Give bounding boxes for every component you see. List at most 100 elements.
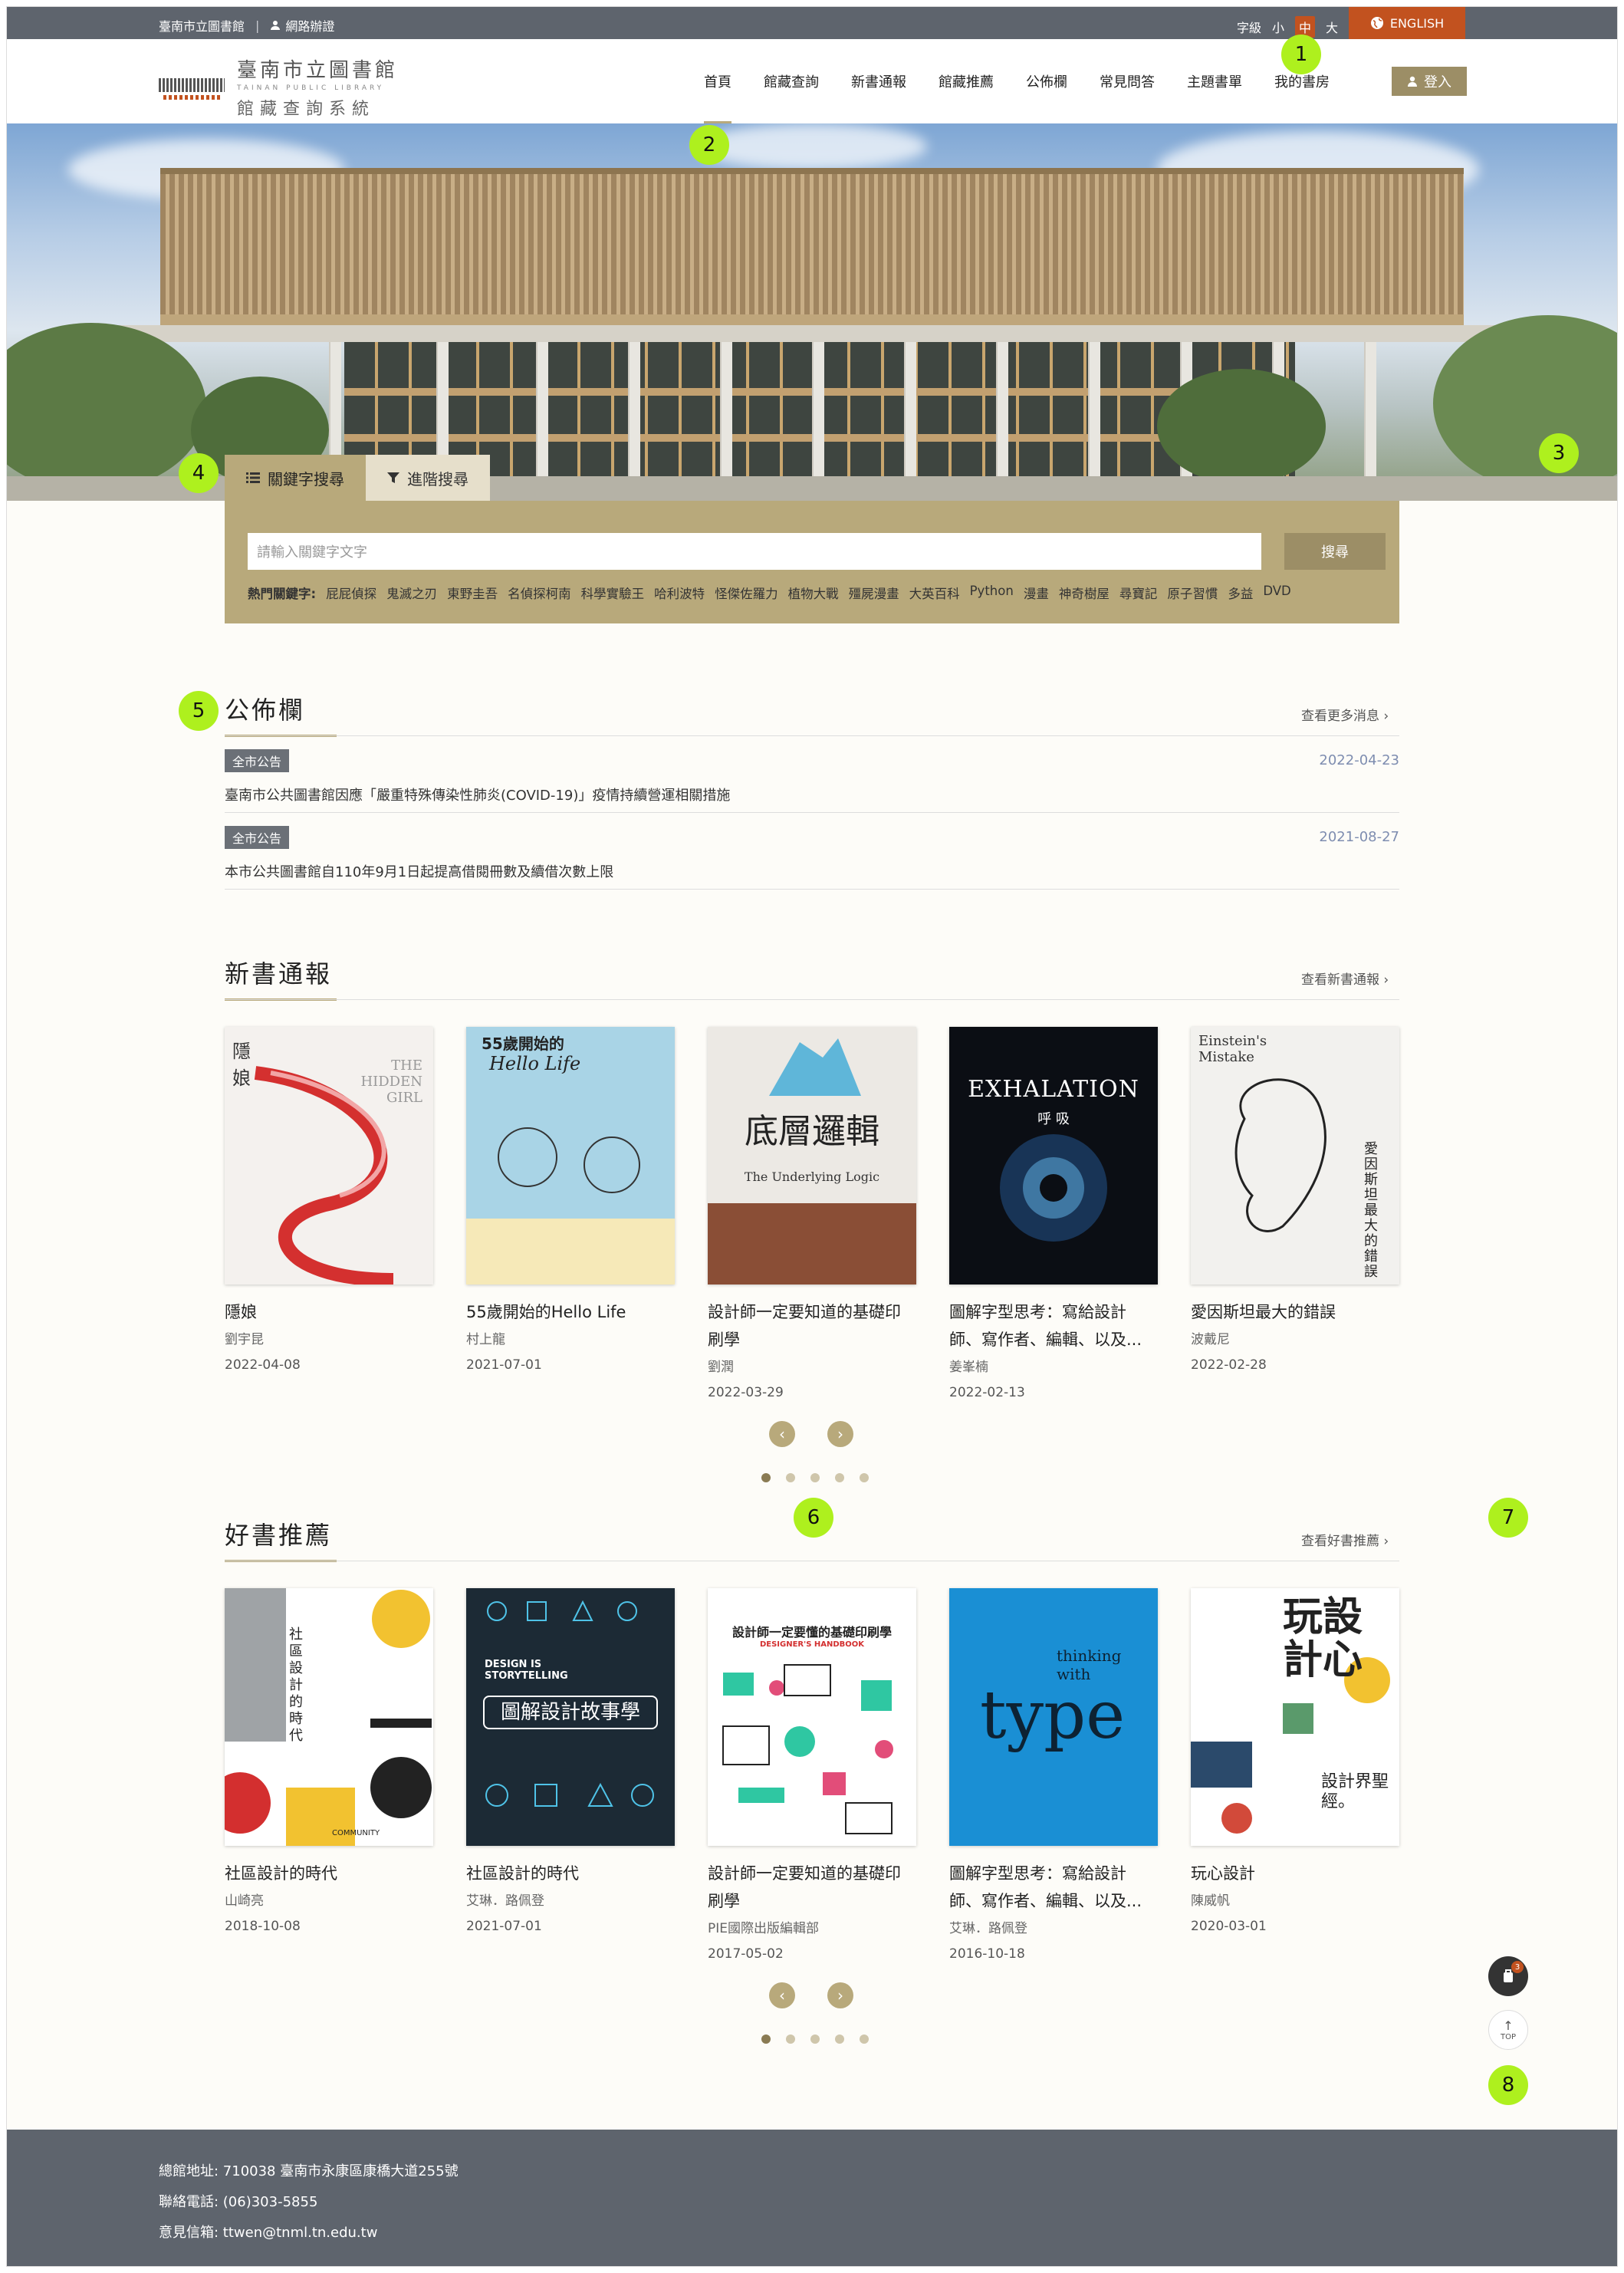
recommend-prev-button[interactable]: ‹: [769, 1982, 795, 2008]
pagination-dot[interactable]: [810, 2035, 820, 2044]
hot-keyword[interactable]: Python: [970, 584, 1014, 602]
book-card[interactable]: 設計師一定要懂的基礎印刷學 DESIGNER'S HANDBOOK 設計師一定要…: [708, 1588, 916, 1965]
library-name-link[interactable]: 臺南市立圖書館: [159, 16, 245, 35]
hot-keyword[interactable]: 漫畫: [1024, 584, 1049, 602]
search-input[interactable]: 請輸入關鍵字文字: [248, 533, 1261, 570]
chevron-right-icon: ›: [1383, 972, 1389, 988]
hot-keyword[interactable]: 鬼滅之刃: [386, 584, 437, 602]
book-card[interactable]: DESIGN IS STORYTELLING 圖解設計故事學 社區設計的時代 艾…: [466, 1588, 675, 1938]
hot-keyword[interactable]: 神奇樹屋: [1059, 584, 1110, 602]
arrow-up-icon: ↑: [1503, 2018, 1514, 2033]
book-cover[interactable]: 隱 娘 THE HIDDEN GIRL: [225, 1027, 433, 1285]
site-logo[interactable]: 臺南市立圖書館 TAINAN PUBLIC LIBRARY 館藏查詢系統: [159, 54, 398, 120]
nav-bulletin[interactable]: 公佈欄: [1010, 39, 1083, 123]
hot-keyword[interactable]: 屁屁偵探: [326, 584, 376, 602]
english-button[interactable]: ENGLISH: [1349, 7, 1465, 39]
book-title[interactable]: 社區設計的時代: [466, 1860, 675, 1887]
book-card[interactable]: 隱 娘 THE HIDDEN GIRL 隱娘 劉宇昆 2022-04-08: [225, 1027, 433, 1377]
search-button[interactable]: 搜尋: [1284, 533, 1386, 570]
bulletin-more-link[interactable]: 查看更多消息 ›: [1301, 705, 1389, 724]
book-cover[interactable]: 55歲開始的 Hello Life: [466, 1027, 675, 1285]
recommend-more-label: 查看好書推薦: [1301, 1534, 1379, 1549]
nav-booklists[interactable]: 主題書單: [1171, 39, 1258, 123]
bulletin-title: 公佈欄: [225, 691, 337, 737]
book-card[interactable]: 55歲開始的 Hello Life 55歲開始的Hello Life 村上龍 2…: [466, 1027, 675, 1377]
tab-advanced-search[interactable]: 進階搜尋: [366, 455, 490, 501]
book-card[interactable]: Einstein's Mistake 愛因斯坦最大的錯誤 愛因斯坦最大的錯誤 波…: [1191, 1027, 1399, 1377]
hot-keyword[interactable]: 殭屍漫畫: [849, 584, 899, 602]
recommend-next-button[interactable]: ›: [827, 1982, 853, 2008]
new-books-prev-button[interactable]: ‹: [769, 1421, 795, 1447]
hot-keyword[interactable]: 多益: [1228, 584, 1253, 602]
notice-item[interactable]: 全市公告 2021-08-27 本市公共圖書館自110年9月1日起提高借閱冊數及…: [225, 826, 1399, 903]
book-card[interactable]: 玩設計心 設計界聖經。 玩心設計 陳威帆 2020-03-01: [1191, 1588, 1399, 1938]
pagination-dot[interactable]: [860, 2035, 869, 2044]
book-cart-button[interactable]: 3: [1488, 1956, 1528, 1996]
pagination-dot[interactable]: [786, 2035, 795, 2044]
pagination-dot[interactable]: [860, 1473, 869, 1482]
new-books-pagination: [761, 1473, 869, 1482]
hot-keyword[interactable]: 尋寶記: [1119, 584, 1158, 602]
pagination-dot[interactable]: [810, 1473, 820, 1482]
new-books-next-button[interactable]: ›: [827, 1421, 853, 1447]
font-size-large[interactable]: 大: [1326, 18, 1338, 36]
hot-keyword[interactable]: 原子習慣: [1167, 584, 1218, 602]
login-button[interactable]: 登入: [1392, 67, 1467, 96]
book-title[interactable]: 愛因斯坦最大的錯誤: [1191, 1298, 1399, 1326]
book-title[interactable]: 玩心設計: [1191, 1860, 1399, 1887]
nav-faq[interactable]: 常見問答: [1083, 39, 1171, 123]
book-cover[interactable]: DESIGN IS STORYTELLING 圖解設計故事學: [466, 1588, 675, 1846]
pagination-dot[interactable]: [761, 1473, 771, 1482]
book-title[interactable]: 55歲開始的Hello Life: [466, 1298, 675, 1326]
hot-keyword[interactable]: 植物大戰: [788, 584, 839, 602]
library-logo-icon: [159, 71, 225, 104]
book-title[interactable]: 社區設計的時代: [225, 1860, 433, 1887]
book-card[interactable]: 底層邏輯 The Underlying Logic 設計師一定要知道的基礎印刷學…: [708, 1027, 916, 1404]
book-cover[interactable]: 底層邏輯 The Underlying Logic: [708, 1027, 916, 1285]
pagination-dot[interactable]: [835, 1473, 844, 1482]
nav-new-books[interactable]: 新書通報: [835, 39, 922, 123]
nav-recommend[interactable]: 館藏推薦: [922, 39, 1010, 123]
footer-email[interactable]: 意見信箱: ttwen@tnml.tn.edu.tw: [159, 2222, 377, 2242]
pagination-dot[interactable]: [786, 1473, 795, 1482]
book-cover[interactable]: EXHALATION 呼 吸: [949, 1027, 1158, 1285]
book-card[interactable]: EXHALATION 呼 吸 圖解字型思考：寫給設計師、寫作者、編輯、以及...…: [949, 1027, 1158, 1404]
notice-text[interactable]: 本市公共圖書館自110年9月1日起提高借閱冊數及續借次數上限: [225, 861, 613, 881]
notice-item[interactable]: 全市公告 2022-04-23 臺南市公共圖書館因應「嚴重特殊傳染性肺炎(COV…: [225, 749, 1399, 826]
hot-keyword[interactable]: 哈利波特: [654, 584, 705, 602]
book-cover[interactable]: 設計師一定要懂的基礎印刷學 DESIGNER'S HANDBOOK: [708, 1588, 916, 1846]
font-size-small[interactable]: 小: [1272, 18, 1284, 36]
pagination-dot[interactable]: [835, 2035, 844, 2044]
book-date: 2022-02-13: [949, 1385, 1025, 1400]
book-title[interactable]: 設計師一定要知道的基礎印刷學: [708, 1860, 916, 1915]
book-cover[interactable]: Einstein's Mistake 愛因斯坦最大的錯誤: [1191, 1027, 1399, 1285]
book-title[interactable]: 圖解字型思考：寫給設計師、寫作者、編輯、以及...: [949, 1860, 1158, 1915]
book-title[interactable]: 設計師一定要知道的基礎印刷學: [708, 1298, 916, 1354]
book-card[interactable]: thinking with type 圖解字型思考：寫給設計師、寫作者、編輯、以…: [949, 1588, 1158, 1965]
tab-keyword-search[interactable]: 關鍵字搜尋: [225, 455, 366, 501]
nav-home[interactable]: 首頁: [688, 39, 748, 123]
new-books-more-link[interactable]: 查看新書通報 ›: [1301, 969, 1389, 988]
back-to-top-button[interactable]: ↑ TOP: [1488, 2010, 1528, 2050]
back-to-top-label: TOP: [1500, 2033, 1516, 2041]
book-cover-subtitle: DESIGN IS STORYTELLING: [485, 1659, 568, 1682]
nav-catalog-search[interactable]: 館藏查詢: [748, 39, 835, 123]
hot-keyword[interactable]: 名偵探柯南: [508, 584, 571, 602]
hot-keyword[interactable]: 科學實驗王: [581, 584, 645, 602]
print-tools-artwork: [722, 1664, 893, 1834]
book-cover[interactable]: thinking with type: [949, 1588, 1158, 1846]
network-registration-link[interactable]: 網路辦證: [270, 16, 334, 35]
notice-text[interactable]: 臺南市公共圖書館因應「嚴重特殊傳染性肺炎(COVID-19)」疫情持續營運相關措…: [225, 785, 730, 804]
book-title[interactable]: 圖解字型思考：寫給設計師、寫作者、編輯、以及...: [949, 1298, 1158, 1354]
book-cover[interactable]: 玩設計心 設計界聖經。: [1191, 1588, 1399, 1846]
pagination-dot[interactable]: [761, 2035, 771, 2044]
book-cover[interactable]: 社區設計的時代 COMMUNITY: [225, 1588, 433, 1846]
hot-keyword[interactable]: 大英百科: [909, 584, 960, 602]
book-title[interactable]: 隱娘: [225, 1298, 433, 1326]
hot-keyword[interactable]: DVD: [1263, 584, 1290, 602]
book-card[interactable]: 社區設計的時代 COMMUNITY 社區設計的時代 山崎亮 2018-10-08: [225, 1588, 433, 1938]
recommend-more-link[interactable]: 查看好書推薦 ›: [1301, 1530, 1389, 1549]
hot-keyword[interactable]: 怪傑佐羅力: [715, 584, 778, 602]
hot-keyword[interactable]: 東野圭吾: [447, 584, 498, 602]
annotation-marker: 1: [1281, 35, 1321, 74]
